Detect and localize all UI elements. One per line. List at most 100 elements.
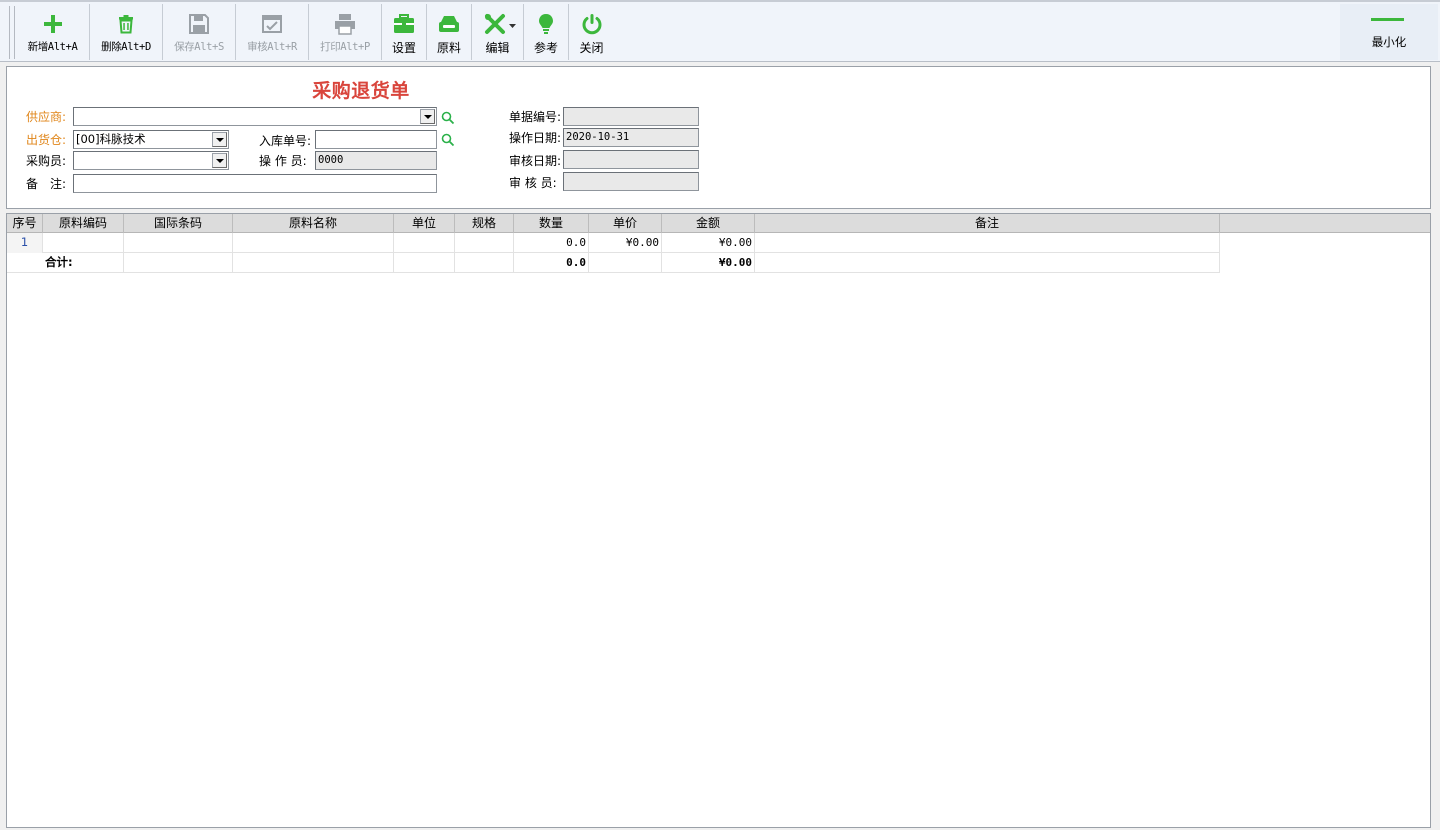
lightbulb-icon [539, 14, 553, 34]
col-header-seq[interactable]: 序号 [7, 214, 43, 233]
reference-button[interactable]: 参考 [524, 4, 569, 60]
operator-field: 0000 [315, 151, 437, 170]
material-button-label: 原料 [436, 41, 461, 55]
print-button-label: 打印Alt+P [320, 41, 370, 53]
minimize-icon [1371, 18, 1404, 21]
col-header-price[interactable]: 单价 [589, 214, 662, 233]
plus-icon [43, 15, 62, 33]
cell-remark[interactable] [755, 233, 1220, 253]
supplier-dropdown-button[interactable] [420, 109, 435, 124]
cell-name[interactable] [233, 233, 394, 253]
cell-price[interactable]: ¥0.00 [589, 233, 662, 253]
audit-button[interactable]: 审核Alt+R [236, 4, 309, 60]
edit-button-label: 编辑 [485, 41, 510, 55]
op-date-label: 操作日期: [509, 131, 562, 145]
buyer-select[interactable] [73, 151, 229, 170]
buyer-dropdown-button[interactable] [212, 153, 227, 168]
total-spec-cell [455, 253, 514, 273]
detail-grid: 序号 原料编码 国际条码 原料名称 单位 规格 数量 单价 金额 备注 1 0.… [6, 213, 1431, 828]
total-name-cell [233, 253, 394, 273]
page-title: 采购退货单 [312, 80, 410, 102]
doc-no-label: 单据编号: [509, 110, 562, 124]
col-header-barcode[interactable]: 国际条码 [124, 214, 233, 233]
delete-button[interactable]: 删除Alt+D [90, 4, 163, 60]
warehouse-value: [00]科脉技术 [76, 132, 146, 146]
doc-no-field [563, 107, 699, 126]
floppy-disk-icon [189, 14, 209, 34]
stock-in-search-icon[interactable] [441, 133, 455, 147]
save-button-label: 保存Alt+S [174, 41, 224, 53]
cell-unit[interactable] [394, 233, 455, 253]
add-button[interactable]: 新增Alt+A [16, 4, 90, 60]
supplier-search-icon[interactable] [441, 111, 455, 125]
total-barcode-cell [124, 253, 233, 273]
grid-header: 序号 原料编码 国际条码 原料名称 单位 规格 数量 单价 金额 备注 [7, 214, 1430, 233]
total-unit-cell [394, 253, 455, 273]
total-qty: 0.0 [514, 253, 589, 273]
cell-seq: 1 [7, 233, 43, 253]
auditor-field [563, 172, 699, 191]
col-header-code[interactable]: 原料编码 [43, 214, 124, 233]
material-button[interactable]: 原料 [427, 4, 472, 60]
cell-barcode[interactable] [124, 233, 233, 253]
toolbar: 新增Alt+A 删除Alt+D 保存Alt+S 审核Alt+R 打印Alt+P … [0, 0, 1440, 62]
total-row: 合计: 0.0 ¥0.00 [7, 253, 1220, 273]
warehouse-select[interactable]: [00]科脉技术 [73, 130, 229, 149]
col-header-unit[interactable]: 单位 [394, 214, 455, 233]
operator-label: 操 作 员: [259, 154, 307, 168]
chevron-down-icon [509, 24, 516, 28]
audit-date-field [563, 150, 699, 169]
minimize-label: 最小化 [1371, 35, 1407, 49]
auditor-label: 审 核 员: [509, 176, 557, 190]
total-label: 合计: [43, 253, 124, 273]
power-icon [582, 14, 601, 35]
settings-button[interactable]: 设置 [382, 4, 427, 60]
stock-in-no-label: 入库单号: [259, 134, 312, 148]
table-row[interactable]: 1 0.0 ¥0.00 ¥0.00 [7, 233, 1220, 253]
delete-button-label: 删除Alt+D [101, 41, 151, 53]
remark-label: 备 注: [26, 177, 67, 191]
print-button[interactable]: 打印Alt+P [309, 4, 382, 60]
col-header-qty[interactable]: 数量 [514, 214, 589, 233]
add-button-label: 新增Alt+A [27, 41, 78, 53]
settings-button-label: 设置 [391, 41, 416, 55]
document-header-panel: 采购退货单 供应商: 出货仓: [00]科脉技术 采购员: 备 注: 入库单号:… [6, 66, 1431, 209]
operator-value: 0000 [318, 154, 344, 166]
audit-date-label: 审核日期: [509, 154, 562, 168]
total-amount: ¥0.00 [662, 253, 755, 273]
toolbar-grip [9, 6, 15, 59]
warehouse-dropdown-button[interactable] [212, 132, 227, 147]
close-button-label: 关闭 [579, 41, 604, 55]
cell-code[interactable] [43, 233, 124, 253]
col-header-remark[interactable]: 备注 [755, 214, 1220, 233]
audit-button-label: 审核Alt+R [247, 41, 297, 53]
cell-qty[interactable]: 0.0 [514, 233, 589, 253]
close-button[interactable]: 关闭 [569, 4, 614, 60]
buyer-label: 采购员: [26, 154, 67, 168]
cell-amount[interactable]: ¥0.00 [662, 233, 755, 253]
edit-button[interactable]: 编辑 [472, 4, 524, 60]
supplier-label: 供应商: [26, 110, 67, 124]
col-header-amount[interactable]: 金额 [662, 214, 755, 233]
trash-icon [119, 15, 133, 34]
audit-check-icon [262, 15, 282, 33]
remark-input[interactable] [73, 174, 437, 193]
stock-in-no-input[interactable] [315, 130, 437, 149]
supplier-select[interactable] [73, 107, 437, 126]
col-header-spec[interactable]: 规格 [455, 214, 514, 233]
op-date-value: 2020-10-31 [566, 131, 630, 143]
total-remark-cell [755, 253, 1220, 273]
col-header-name[interactable]: 原料名称 [233, 214, 394, 233]
tray-icon [439, 16, 459, 32]
warehouse-label: 出货仓: [26, 133, 67, 147]
total-price-cell [589, 253, 662, 273]
save-button[interactable]: 保存Alt+S [163, 4, 236, 60]
tools-icon [484, 14, 505, 34]
toolbox-icon [394, 14, 414, 33]
minimize-button[interactable]: 最小化 [1340, 4, 1438, 60]
total-seq-cell [7, 253, 43, 273]
cell-spec[interactable] [455, 233, 514, 253]
printer-icon [335, 14, 355, 35]
op-date-field: 2020-10-31 [563, 128, 699, 147]
toolbar-buttons: 新增Alt+A 删除Alt+D 保存Alt+S 审核Alt+R 打印Alt+P … [16, 4, 614, 60]
